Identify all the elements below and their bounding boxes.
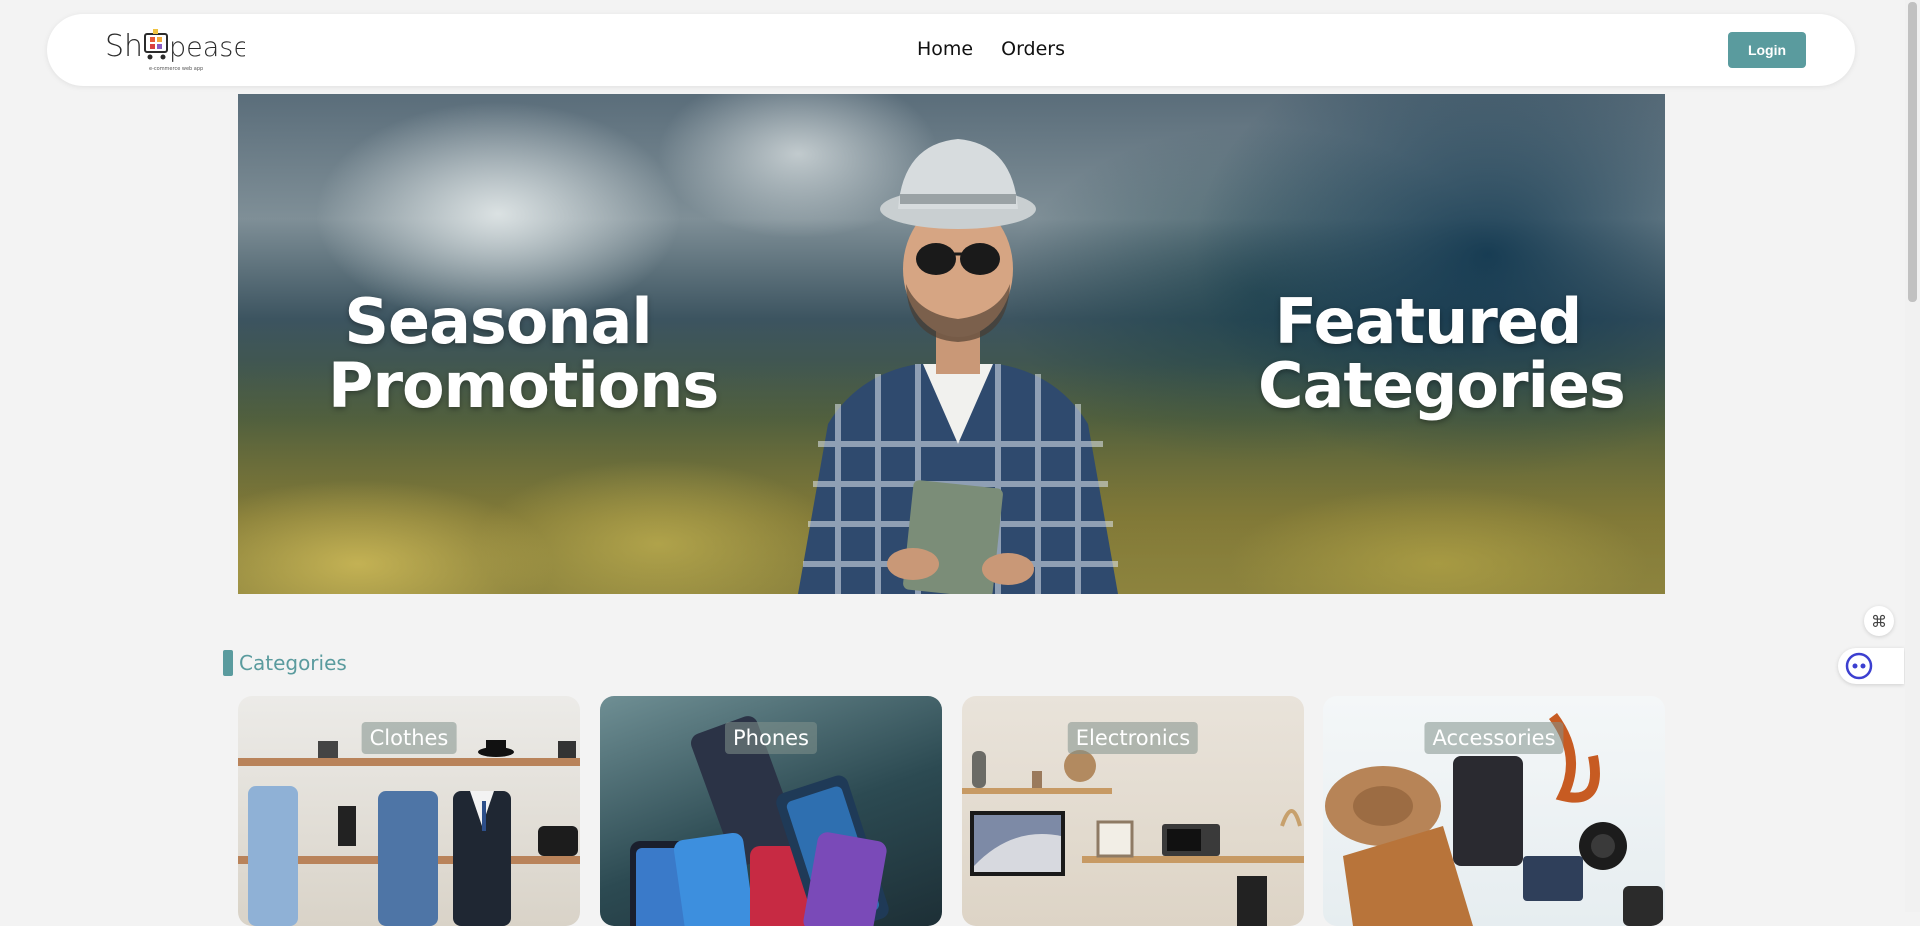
login-button[interactable]: Login <box>1728 32 1806 68</box>
category-card-accessories[interactable]: Accessories <box>1323 696 1665 926</box>
logo-tagline: e-commerce web app <box>149 66 204 72</box>
categories-heading-text: Categories <box>239 651 347 675</box>
category-card-clothes[interactable]: Clothes <box>238 696 580 926</box>
assistant-bot-icon <box>1845 652 1873 680</box>
category-card-electronics[interactable]: Electronics <box>962 696 1304 926</box>
category-label-clothes: Clothes <box>361 722 457 754</box>
shopease-logo[interactable]: Sh pease e-commerce web app <box>105 26 250 74</box>
top-navbar: Sh pease e-commerce web app Home Orders … <box>47 14 1855 86</box>
category-label-accessories: Accessories <box>1424 722 1564 754</box>
category-card-phones[interactable]: Phones <box>600 696 942 926</box>
heading-accent-bar <box>223 650 233 676</box>
nav-home-link[interactable]: Home <box>917 38 973 60</box>
hero-banner[interactable]: Seasonal Promotions Featured Categories <box>238 94 1665 594</box>
hero-model-image <box>798 139 1118 594</box>
nav-links: Home Orders <box>917 38 1065 60</box>
svg-text:pease: pease <box>169 32 245 63</box>
category-label-phones: Phones <box>725 722 817 754</box>
command-icon[interactable]: ⌘ <box>1864 606 1894 636</box>
assistant-widget[interactable] <box>1838 648 1904 684</box>
scrollbar-thumb[interactable] <box>1908 2 1917 302</box>
hero-featured-categories-title: Featured Categories <box>1258 285 1626 422</box>
svg-text:Sh: Sh <box>105 29 143 64</box>
categories-heading: Categories <box>223 650 347 676</box>
hero-seasonal-promotions-title: Seasonal Promotions <box>328 285 719 422</box>
category-label-electronics: Electronics <box>1067 722 1199 754</box>
nav-orders-link[interactable]: Orders <box>1001 38 1065 60</box>
